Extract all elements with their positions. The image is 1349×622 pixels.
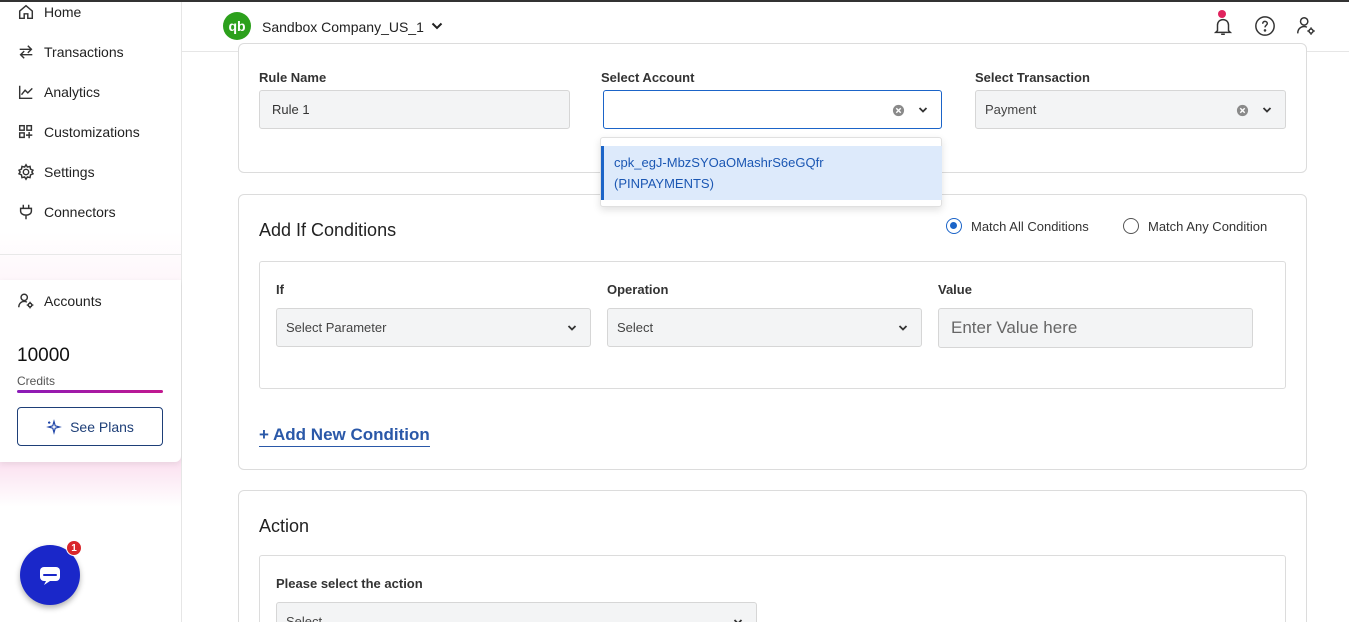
gear-icon — [16, 162, 36, 182]
help-icon — [1255, 16, 1275, 36]
divider — [0, 254, 181, 255]
credits-label: Credits — [17, 374, 56, 388]
add-new-condition-link[interactable]: + Add New Condition — [259, 425, 430, 447]
chevron-down-icon — [567, 325, 577, 331]
rule-name-input[interactable]: Rule 1 — [259, 90, 570, 129]
profile-settings-button[interactable] — [1294, 14, 1318, 38]
conditions-title: Add If Conditions — [259, 220, 397, 240]
notification-dot — [1218, 10, 1226, 18]
operation-dropdown[interactable]: Select — [607, 308, 922, 347]
chevron-down-icon[interactable] — [430, 19, 444, 33]
plug-icon — [16, 202, 36, 222]
company-name[interactable]: Sandbox Company_US_1 — [262, 19, 424, 35]
chevron-down-icon[interactable] — [917, 104, 929, 116]
sidebar-item-settings[interactable]: Settings — [16, 160, 95, 184]
sidebar-item-analytics[interactable]: Analytics — [16, 80, 100, 104]
see-plans-button[interactable]: See Plans — [17, 407, 163, 446]
select-account-dropdown[interactable] — [603, 90, 942, 129]
select-transaction-label: Select Transaction — [975, 70, 1090, 85]
radio-unselected-icon — [1123, 218, 1139, 234]
sidebar-item-accounts[interactable]: Accounts — [16, 289, 102, 313]
action-card: Action Please select the action Select — [238, 490, 1307, 622]
chevron-down-icon — [733, 619, 743, 622]
value-input[interactable]: Enter Value here — [938, 308, 1253, 348]
select-parameter-placeholder: Select Parameter — [286, 320, 387, 335]
select-parameter-dropdown[interactable]: Select Parameter — [276, 308, 591, 347]
chevron-down-icon — [898, 325, 908, 331]
chat-badge: 1 — [66, 540, 82, 556]
if-label: If — [276, 282, 284, 297]
sidebar: Home Transactions Analytics Customizatio… — [0, 2, 182, 622]
sidebar-item-label: Settings — [44, 164, 95, 180]
user-settings-icon — [1297, 17, 1315, 35]
action-select-dropdown[interactable]: Select — [276, 602, 757, 622]
operation-label: Operation — [607, 282, 669, 297]
sidebar-item-label: Analytics — [44, 84, 101, 100]
match-all-radio[interactable]: Match All Conditions — [946, 218, 1089, 234]
select-account-label: Select Account — [601, 70, 695, 85]
operation-placeholder: Select — [617, 320, 654, 335]
analytics-icon — [16, 82, 36, 102]
home-icon — [16, 2, 36, 22]
sidebar-item-connectors[interactable]: Connectors — [16, 200, 116, 224]
action-box: Please select the action Select — [259, 555, 1286, 622]
customizations-icon — [16, 122, 36, 142]
user-settings-icon — [16, 291, 36, 311]
sparkle-icon — [46, 418, 62, 435]
quickbooks-logo: qb — [223, 12, 251, 40]
account-option[interactable]: cpk_egJ-MbzSYOaOMashrS6eGQfr (PINPAYMENT… — [601, 146, 942, 200]
action-title: Action — [259, 516, 310, 536]
select-transaction-value: Payment — [985, 102, 1037, 117]
credits-bar — [17, 390, 163, 393]
chat-icon — [40, 567, 60, 585]
sidebar-item-label: Transactions — [44, 44, 124, 60]
main-content: Rule Name Rule 1 Select Account Select T… — [182, 43, 1349, 622]
condition-row-box: If Select Parameter Operation Select Val… — [259, 261, 1286, 389]
action-prompt-label: Please select the action — [276, 576, 423, 591]
radio-selected-icon — [946, 218, 962, 234]
see-plans-label: See Plans — [70, 418, 134, 435]
bell-icon — [1213, 18, 1233, 35]
sidebar-item-label: Accounts — [44, 293, 102, 309]
credits-value: 10000 — [17, 345, 70, 366]
sidebar-item-customizations[interactable]: Customizations — [16, 120, 140, 144]
transactions-icon — [16, 42, 36, 62]
account-option-id: cpk_egJ-MbzSYOaOMashrS6eGQfr — [614, 155, 824, 170]
match-any-radio[interactable]: Match Any Condition — [1123, 218, 1267, 234]
clear-icon[interactable] — [1236, 104, 1249, 117]
sidebar-item-label: Customizations — [44, 124, 140, 140]
account-option-provider: (PINPAYMENTS) — [614, 176, 714, 191]
rule-name-label: Rule Name — [259, 70, 327, 85]
help-button[interactable] — [1253, 14, 1277, 38]
chevron-down-icon[interactable] — [1261, 104, 1273, 116]
sidebar-item-home[interactable]: Home — [16, 0, 81, 24]
action-select-placeholder: Select — [286, 614, 323, 622]
clear-icon[interactable] — [892, 104, 905, 117]
match-all-label: Match All Conditions — [971, 218, 1089, 234]
sidebar-item-label: Connectors — [44, 204, 116, 220]
sidebar-item-label: Home — [44, 4, 82, 20]
account-dropdown-menu: cpk_egJ-MbzSYOaOMashrS6eGQfr (PINPAYMENT… — [600, 137, 942, 207]
match-any-label: Match Any Condition — [1148, 218, 1268, 234]
value-label: Value — [938, 282, 972, 297]
sidebar-item-transactions[interactable]: Transactions — [16, 40, 124, 64]
select-transaction-dropdown[interactable]: Payment — [975, 90, 1286, 129]
